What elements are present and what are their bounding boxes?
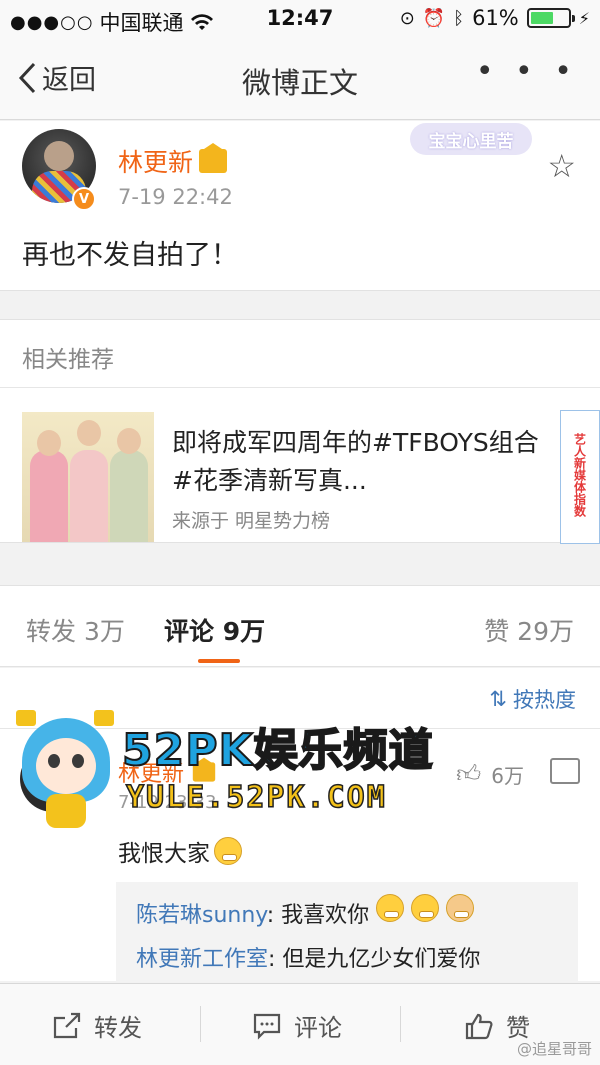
crown-icon <box>199 143 228 173</box>
tab-like[interactable]: 赞 29万 <box>484 612 574 648</box>
comment-avatar[interactable] <box>20 746 86 812</box>
reply-list[interactable]: 陈若琳sunny: 我喜欢你 林更新工作室: 但是九亿少女们爱你 <box>116 882 578 982</box>
emoji-icon <box>376 894 405 922</box>
doge-emoji-icon <box>446 894 475 922</box>
thumb-up-icon <box>465 1013 493 1039</box>
nav-bar: 返回 微博正文 • • • <box>0 38 600 120</box>
comment-button[interactable]: 评论 <box>252 1008 342 1043</box>
post-tabs: 转发 3万 评论 9万 赞 29万 <box>0 585 600 667</box>
recommend-heading: 相关推荐 <box>0 320 600 388</box>
comment-author[interactable]: 林更新 <box>118 756 218 788</box>
recommend-title: 即将成军四周年的#TFBOYS组合#花季清新写真... <box>172 428 539 495</box>
alarm-icon: ⏰ <box>422 7 446 29</box>
favorite-star-icon[interactable]: ☆ <box>547 147 576 185</box>
card-sticker: 宝宝心里苦 <box>410 123 532 155</box>
battery-icon <box>526 8 575 28</box>
comment-icon <box>253 1013 281 1040</box>
comment-list: ⇅ 按热度 林更新 7-19 23:33 👍︎ 6万 我恨大家 陈若琳sunny… <box>0 668 600 982</box>
charging-icon: ⚡ <box>578 8 590 28</box>
reply-item[interactable]: 陈若琳sunny: 我喜欢你 <box>136 894 558 938</box>
repost-button[interactable]: 转发 <box>52 1008 142 1043</box>
comment-text: 我恨大家 <box>118 834 242 868</box>
post-author[interactable]: 林更新 <box>118 143 228 179</box>
rotation-lock-icon: ⊙ <box>399 7 415 29</box>
tab-comment[interactable]: 评论 9万 <box>164 612 265 648</box>
share-icon <box>53 1012 81 1038</box>
recommend-source: 来源于 明星势力榜 <box>172 510 331 532</box>
comment-time: 7-19 23:33 <box>118 792 217 813</box>
status-bar: ●●●○○ 中国联通 12:47 ⊙ ⏰ ᛒ 61% ⚡ <box>0 0 600 38</box>
active-tab-indicator <box>198 659 240 663</box>
comment-like-button[interactable]: 👍︎ 6万 <box>456 760 524 789</box>
recommend-thumbnail <box>22 412 154 542</box>
credit-watermark: @追星哥哥 <box>516 1040 592 1058</box>
weibo-post: V 林更新 7-19 22:42 宝宝心里苦 ☆ 再也不发自拍了！ <box>0 121 600 291</box>
recommend-item[interactable]: 即将成军四周年的#TFBOYS组合#花季清新写真... 来源于 明星势力榜 艺人… <box>22 410 600 544</box>
crown-icon <box>192 757 216 782</box>
recommend-side-banner: 艺人新媒体指数 <box>560 410 600 544</box>
emoji-icon <box>214 837 242 865</box>
sort-button[interactable]: ⇅ 按热度 <box>489 684 576 714</box>
thumb-up-icon: 👍︎ <box>456 760 482 788</box>
tab-repost[interactable]: 转发 3万 <box>26 612 125 648</box>
verified-badge: V <box>72 187 96 211</box>
related-recommend: 相关推荐 即将成军四周年的#TFBOYS组合#花季清新写真... 来源于 明星势… <box>0 319 600 544</box>
bluetooth-icon: ᛒ <box>453 7 465 29</box>
battery-percent: 61% <box>472 6 519 30</box>
sort-icon: ⇅ <box>489 687 507 711</box>
reply-icon[interactable] <box>550 758 580 784</box>
post-text: 再也不发自拍了！ <box>22 240 238 271</box>
emoji-icon <box>411 894 440 922</box>
bottom-action-bar: 转发 评论 赞 @追星哥哥 <box>0 983 600 1065</box>
more-button[interactable]: • • • <box>476 54 578 89</box>
reply-item[interactable]: 林更新工作室: 但是九亿少女们爱你 <box>136 938 558 982</box>
post-time: 7-19 22:42 <box>118 185 233 209</box>
